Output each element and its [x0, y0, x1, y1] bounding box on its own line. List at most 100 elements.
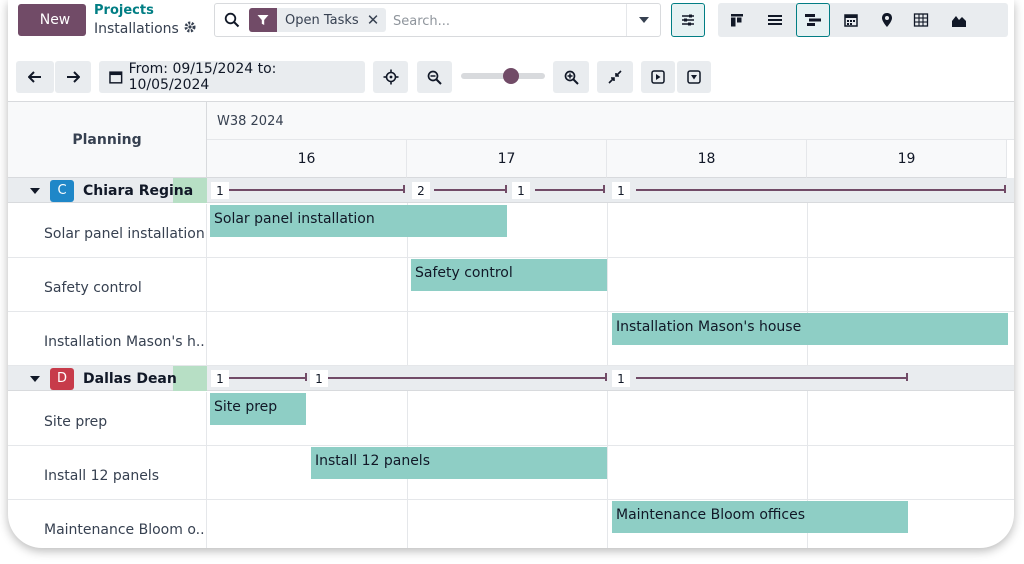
caret-right-square-icon: [651, 70, 665, 84]
task-bar[interactable]: Safety control: [411, 259, 607, 291]
search-facet: Open Tasks ✕: [249, 8, 387, 32]
caret-down-square-icon: [687, 70, 701, 84]
week-header: W38 2024: [207, 102, 1014, 140]
task-row: Installation Mason's h... Installation M…: [8, 312, 1014, 366]
task-bar[interactable]: Maintenance Bloom offices: [612, 501, 908, 533]
task-row-label: Maintenance Bloom o...: [8, 500, 207, 548]
facet-label: Open Tasks: [285, 12, 359, 28]
group-span-end: [1004, 185, 1006, 193]
zoom-slider[interactable]: [461, 68, 545, 84]
planning-header: Planning: [8, 102, 207, 178]
group-span-end: [603, 185, 605, 193]
task-row: Maintenance Bloom o... Maintenance Bloom…: [8, 500, 1014, 548]
app-window: New Projects Installations Open Tasks ✕: [8, 0, 1014, 548]
group-span: [535, 189, 604, 191]
graph-icon[interactable]: [942, 3, 976, 37]
group-span: [636, 189, 1006, 191]
breadcrumb-current: Installations: [94, 21, 196, 37]
group-span-end: [505, 185, 507, 193]
search-bar: Open Tasks ✕: [214, 3, 661, 37]
collapse-rows-button[interactable]: [677, 61, 711, 93]
zoom-out-icon: [427, 70, 442, 85]
map-pin-icon[interactable]: [870, 3, 904, 37]
group-count: 1: [512, 182, 530, 199]
filter-settings-icon[interactable]: [671, 3, 705, 37]
avatar: D: [50, 367, 74, 390]
day-header: 19: [807, 140, 1007, 178]
list-icon[interactable]: [758, 3, 792, 37]
task-row: Install 12 panels Install 12 panels: [8, 446, 1014, 500]
search-input[interactable]: [393, 10, 623, 32]
group-span: [636, 377, 908, 379]
calendar-icon: [109, 71, 123, 84]
group-span-end: [403, 185, 405, 193]
day-header: 16: [207, 140, 407, 178]
remove-facet-icon[interactable]: ✕: [367, 11, 387, 29]
group-header[interactable]: D Dallas Dean: [8, 366, 207, 391]
zoom-in-icon: [564, 70, 579, 85]
compress-icon: [608, 70, 622, 84]
calendar-icon[interactable]: [834, 3, 868, 37]
zoom-out-button[interactable]: [417, 61, 452, 93]
task-bar[interactable]: Site prep: [210, 393, 306, 425]
page-title: Installations: [94, 21, 179, 37]
task-bar[interactable]: Solar panel installation: [210, 205, 507, 237]
task-bar[interactable]: Installation Mason's house: [612, 313, 1008, 345]
gantt-controls: From: 09/15/2024 to: 10/05/2024: [8, 57, 1014, 99]
search-icon[interactable]: [224, 12, 240, 28]
group-span: [328, 377, 607, 379]
group-span-end: [906, 373, 908, 381]
date-range-button[interactable]: From: 09/15/2024 to: 10/05/2024: [99, 61, 365, 93]
task-row-label: Installation Mason's h...: [8, 312, 207, 366]
previous-button[interactable]: [16, 61, 54, 93]
filter-icon: [249, 8, 277, 32]
group-name: Chiara Regina: [83, 182, 194, 199]
chevron-down-icon[interactable]: [626, 4, 660, 36]
caret-down-icon[interactable]: [30, 187, 40, 194]
group-name: Dallas Dean: [83, 370, 177, 387]
task-row: Site prep Site prep: [8, 392, 1014, 446]
gantt-view: Planning W38 2024 16 17 18 19 C Chiara R…: [8, 101, 1014, 548]
group-span: [228, 377, 307, 379]
group-count: 1: [310, 370, 328, 387]
group-span-end: [605, 373, 607, 381]
new-button[interactable]: New: [18, 4, 86, 36]
expand-rows-button[interactable]: [641, 61, 675, 93]
task-row: Solar panel installation Solar panel ins…: [8, 204, 1014, 258]
zoom-in-button[interactable]: [553, 61, 589, 93]
group-count: 1: [612, 370, 630, 387]
gear-icon[interactable]: [184, 21, 196, 37]
task-row-label: Solar panel installation: [8, 204, 207, 258]
next-button[interactable]: [55, 61, 91, 93]
gantt-icon[interactable]: [796, 3, 830, 37]
group-span: [228, 189, 405, 191]
day-header: 18: [607, 140, 807, 178]
task-row-label: Install 12 panels: [8, 446, 207, 500]
task-row: Safety control Safety control: [8, 258, 1014, 312]
group-row[interactable]: C Chiara Regina 1 2 1 1: [8, 178, 1014, 203]
focus-today-button[interactable]: [373, 61, 408, 93]
group-span: [434, 189, 507, 191]
zoom-slider-knob[interactable]: [503, 68, 520, 84]
caret-down-icon[interactable]: [30, 375, 40, 382]
pivot-icon[interactable]: [904, 3, 938, 37]
date-range-label: From: 09/15/2024 to: 10/05/2024: [128, 61, 277, 93]
group-count: 1: [211, 182, 229, 199]
arrow-left-icon: [28, 71, 41, 83]
avatar: C: [50, 179, 74, 202]
task-bar[interactable]: Install 12 panels: [311, 447, 607, 479]
day-header: 17: [407, 140, 607, 178]
crosshair-icon: [383, 69, 398, 85]
breadcrumb-projects[interactable]: Projects: [94, 3, 154, 18]
collapse-button[interactable]: [597, 61, 633, 93]
group-count: 1: [211, 370, 229, 387]
task-row-label: Site prep: [8, 392, 207, 446]
arrow-right-icon: [67, 71, 80, 83]
control-panel: New Projects Installations Open Tasks ✕: [8, 0, 1014, 48]
group-count: 2: [412, 182, 430, 199]
group-header[interactable]: C Chiara Regina: [8, 178, 207, 203]
group-row[interactable]: D Dallas Dean 1 1 1: [8, 366, 1014, 391]
kanban-icon[interactable]: [720, 3, 754, 37]
group-count: 1: [612, 182, 630, 199]
task-row-label: Safety control: [8, 258, 207, 312]
